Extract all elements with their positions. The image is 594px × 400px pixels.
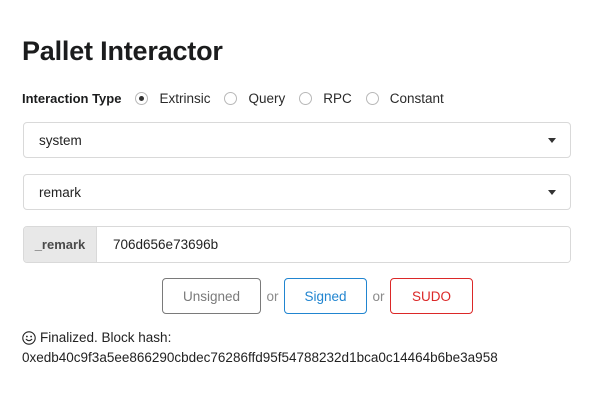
- pallet-dropdown[interactable]: system: [23, 122, 571, 158]
- radio-constant[interactable]: [365, 91, 379, 105]
- radio-rpc[interactable]: [299, 91, 313, 105]
- page-title: Pallet Interactor: [22, 36, 223, 66]
- radio-query[interactable]: [224, 91, 238, 105]
- interaction-type-row: Interaction Type Extrinsic Query RPC Con…: [22, 88, 458, 108]
- radio-option-rpc[interactable]: RPC: [299, 91, 352, 106]
- radio-extrinsic[interactable]: [135, 91, 149, 105]
- callable-dropdown-value: remark: [39, 184, 82, 200]
- radio-option-query[interactable]: Query: [224, 91, 285, 106]
- pallet-dropdown-value: system: [39, 132, 82, 148]
- radio-selected-dot: [139, 95, 145, 101]
- sudo-button[interactable]: SUDO: [390, 278, 473, 314]
- radio-option-extrinsic[interactable]: Extrinsic: [135, 91, 210, 106]
- radio-label-query: Query: [248, 90, 286, 106]
- signed-button[interactable]: Signed: [284, 278, 367, 314]
- status-message-line: Finalized. Block hash:: [22, 328, 498, 348]
- radio-label-constant: Constant: [389, 90, 444, 106]
- callable-dropdown[interactable]: remark: [23, 174, 571, 210]
- chevron-down-icon: [548, 137, 556, 143]
- param-input[interactable]: [97, 227, 570, 262]
- radio-label-extrinsic: Extrinsic: [159, 90, 211, 106]
- status-message: Finalized. Block hash:: [40, 330, 172, 345]
- submit-button-group: Unsigned or Signed or SUDO: [162, 278, 473, 314]
- unsigned-button[interactable]: Unsigned: [162, 278, 261, 314]
- interaction-type-label: Interaction Type: [22, 90, 122, 106]
- radio-label-rpc: RPC: [323, 90, 352, 106]
- radio-option-constant[interactable]: Constant: [365, 90, 444, 106]
- or-separator: or: [266, 288, 279, 304]
- param-label: _remark: [24, 227, 97, 262]
- or-separator: or: [372, 288, 385, 304]
- transaction-status: Finalized. Block hash: 0xedb40c9f3a5ee86…: [22, 328, 498, 368]
- param-input-group: _remark: [23, 226, 571, 263]
- smile-icon: [22, 331, 36, 345]
- block-hash: 0xedb40c9f3a5ee866290cbdec76286ffd95f547…: [22, 350, 498, 365]
- chevron-down-icon: [548, 189, 556, 195]
